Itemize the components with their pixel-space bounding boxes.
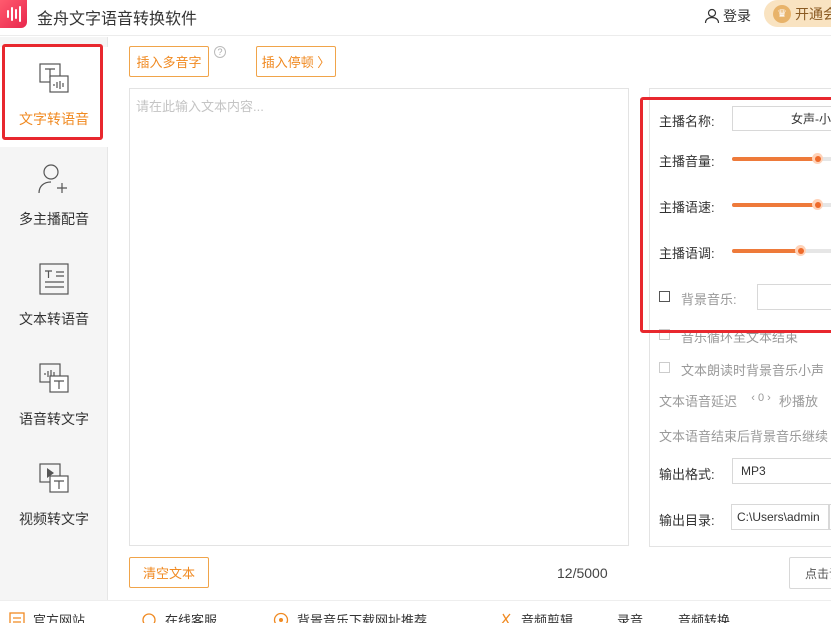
website-icon [9,611,25,623]
speed-slider[interactable] [732,199,831,210]
sidebar-item-video-to-text[interactable]: 视频转文字 [0,447,108,547]
pitch-label: 主播语调: [659,246,715,261]
sidebar: 文字转语音 多主播配音 文本转语音 语音转文字 视频转文字 [0,37,108,600]
music-download-icon [273,612,289,623]
lower-bgm-label: 文本朗读时背景音乐小声 [681,363,825,378]
sidebar-item-multi-voice[interactable]: 多主播配音 [0,147,108,247]
volume-label: 主播音量: [659,154,715,169]
text-input[interactable]: 请在此输入文本内容... [129,88,629,546]
text-to-speech-icon [39,63,69,93]
sidebar-item-label: 文本转语音 [19,311,89,327]
sidebar-item-label: 文字转语音 [19,111,89,127]
pitch-slider[interactable] [732,245,831,256]
footer-audio-clip-link[interactable]: 音频剪辑 [497,610,573,623]
footer-audio-convert-link[interactable]: 音频转换 [678,610,730,623]
login-label: 登录 [723,8,751,24]
sidebar-item-doc-to-speech[interactable]: 文本转语音 [0,247,108,347]
footer-item-label: 官方网站 [33,613,86,623]
pitch-slider-fill [732,249,800,253]
footer-item-label: 录音 [617,613,644,623]
lower-bgm-checkbox[interactable] [659,362,670,373]
voice-name-label: 主播名称: [659,114,715,129]
clear-text-button[interactable]: 清空文本 [129,557,209,588]
sidebar-item-speech-to-text[interactable]: 语音转文字 [0,347,108,447]
title-bar: 金舟文字语音转换软件 登录 ♛ 开通会员 [0,0,831,36]
after-end-label: 文本语音结束后背景音乐继续 [659,429,829,444]
format-label: 输出格式: [659,467,715,482]
loop-label: 音乐循环至文本结束 [681,330,799,345]
footer-music-link[interactable]: 背景音乐下载网址推荐 [273,610,427,623]
customer-service-icon [142,612,156,623]
vip-label: 开通会员 [795,5,831,22]
speech-to-text-icon [39,363,69,393]
footer-item-label: 在线客服 [165,613,218,623]
user-icon [704,8,720,24]
loop-checkbox[interactable] [659,329,670,340]
speed-label: 主播语速: [659,200,715,215]
crown-icon: ♛ [773,4,791,23]
dir-label: 输出目录: [659,513,715,528]
footer-record-link[interactable]: 录音 [617,610,643,623]
preview-button[interactable]: 点击试听 [789,557,831,589]
bgm-label: 背景音乐: [681,292,737,307]
help-icon[interactable]: ? [214,46,226,58]
audio-clip-icon [501,613,511,623]
footer-bar: 官方网站 在线客服 背景音乐下载网址推荐 音频剪辑 录音 音频转换 [0,600,831,623]
login-button[interactable]: 登录 [704,6,751,26]
app-title: 金舟文字语音转换软件 [37,11,198,28]
footer-item-label: 音频转换 [678,613,731,623]
video-to-text-icon [39,463,69,493]
footer-support-link[interactable]: 在线客服 [141,610,217,623]
character-counter: 12/5000 [557,565,608,581]
footer-website-link[interactable]: 官方网站 [9,610,85,623]
bgm-checkbox[interactable] [659,291,670,302]
insert-pause-button[interactable]: 插入停顿 〉 [256,46,336,77]
app-logo-icon [0,0,27,28]
speed-slider-fill [732,203,817,207]
bgm-file-input[interactable] [757,284,831,310]
sidebar-item-label: 视频转文字 [19,511,89,527]
output-dir-input[interactable]: C:\Users\admin [731,504,829,530]
sidebar-item-label: 多主播配音 [19,211,89,227]
voice-select[interactable]: 女声-小 [732,106,831,131]
volume-slider-thumb[interactable] [812,153,823,164]
multi-voice-icon [38,164,67,194]
delay-suffix-label: 秒播放 [779,394,819,409]
footer-item-label: 音频剪辑 [521,613,574,623]
sidebar-item-label: 语音转文字 [19,411,89,427]
sidebar-item-text-to-speech[interactable]: 文字转语音 [0,47,108,147]
speed-slider-thumb[interactable] [812,199,823,210]
pitch-slider-thumb[interactable] [795,245,806,256]
vip-button[interactable]: ♛ 开通会员 [764,0,831,27]
document-to-speech-icon [39,263,69,295]
format-select[interactable]: MP3 [732,458,831,484]
volume-slider-fill [732,157,817,161]
delay-stepper[interactable]: ‹ 0 › [746,390,776,406]
delay-prefix-label: 文本语音延迟 [659,394,738,409]
footer-item-label: 背景音乐下载网址推荐 [297,613,428,623]
volume-slider[interactable] [732,153,831,164]
insert-polyphone-button[interactable]: 插入多音字 [129,46,209,77]
